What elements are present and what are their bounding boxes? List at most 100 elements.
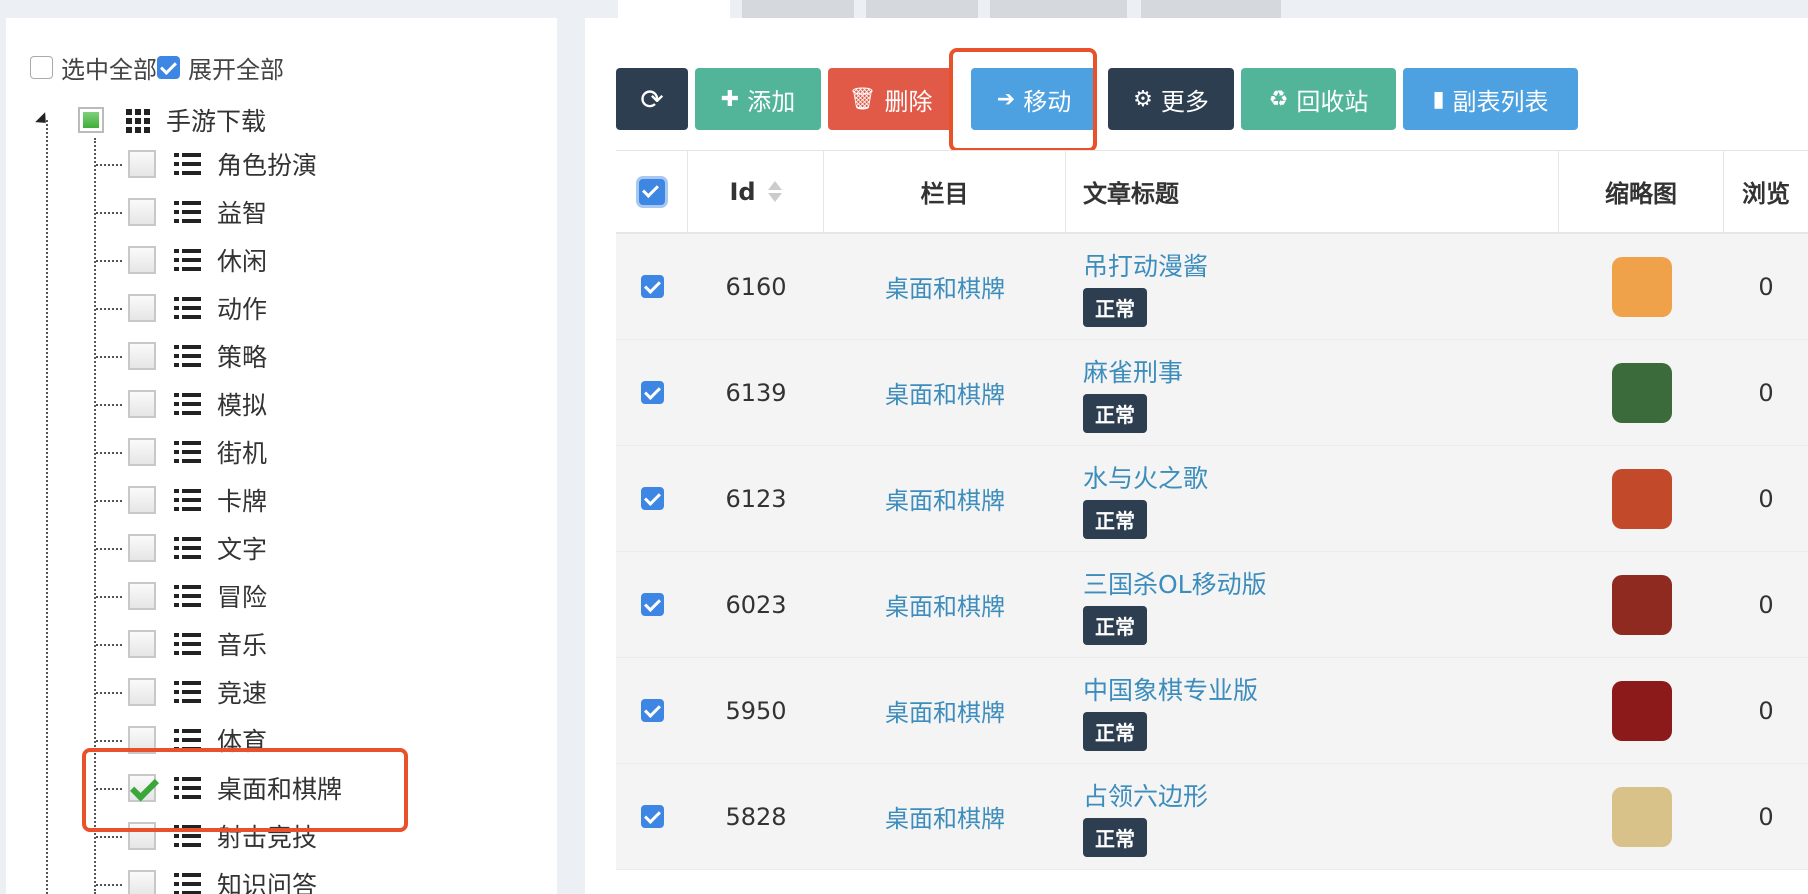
table-row[interactable]: 6160 桌面和棋牌 吊打动漫酱 正常 0 (616, 234, 1808, 340)
tree-item-checkbox[interactable] (128, 390, 156, 418)
thumbnail-image[interactable] (1611, 256, 1672, 317)
row-title-cell: 占领六边形 正常 (1066, 764, 1559, 869)
thumbnail-image[interactable] (1611, 468, 1672, 529)
tree-item-checkbox[interactable] (128, 198, 156, 226)
row-title-link[interactable]: 中国象棋专业版 (1083, 671, 1258, 707)
thumbnail-image[interactable] (1611, 680, 1672, 741)
row-id: 6139 (725, 378, 787, 407)
tree-item[interactable]: 文字 (128, 530, 267, 566)
tree-item-checkbox[interactable] (128, 246, 156, 274)
row-column-link[interactable]: 桌面和棋牌 (824, 658, 1066, 763)
thumbnail-image[interactable] (1611, 786, 1672, 847)
add-button-label: 添加 (747, 87, 796, 116)
delete-button[interactable]: 🗑 删除 (828, 68, 953, 130)
tab-3[interactable] (866, 0, 978, 18)
row-checkbox[interactable] (640, 593, 664, 616)
table-row[interactable]: 5828 桌面和棋牌 占领六边形 正常 0 (616, 764, 1808, 870)
row-title-link[interactable]: 占领六边形 (1083, 777, 1208, 813)
row-checkbox[interactable] (640, 381, 664, 404)
status-badge: 正常 (1083, 287, 1147, 327)
tree-item-label: 模拟 (217, 391, 268, 420)
row-title-link[interactable]: 麻雀刑事 (1083, 353, 1183, 389)
table-row[interactable]: 6123 桌面和棋牌 水与火之歌 正常 0 (616, 446, 1808, 552)
row-select-cell (616, 764, 688, 869)
select-all-label[interactable]: 选中全部 (61, 50, 157, 85)
header-checkbox[interactable] (638, 178, 665, 205)
tab-2[interactable] (742, 0, 854, 18)
tree-item-checkbox[interactable] (128, 630, 156, 658)
recycle-bin-button[interactable]: ♻ 回收站 (1241, 68, 1396, 130)
tree-item-label: 音乐 (217, 631, 268, 660)
subtable-list-button[interactable]: ▮ 副表列表 (1403, 68, 1578, 130)
tree-item-checkbox[interactable] (128, 582, 156, 610)
status-badge: 正常 (1083, 711, 1147, 751)
tree-item[interactable]: 知识问答 (128, 866, 317, 894)
tree-item-checkbox[interactable] (128, 342, 156, 370)
tree-item-checkbox[interactable] (128, 678, 156, 706)
header-id[interactable]: Id (688, 151, 824, 232)
tree-item[interactable]: 角色扮演 (128, 146, 317, 182)
tab-active[interactable] (618, 0, 730, 18)
row-column-link[interactable]: 桌面和棋牌 (824, 234, 1066, 339)
tree-root-line (46, 120, 48, 894)
tree-item-checkbox[interactable] (128, 150, 156, 178)
tree-item[interactable]: 冒险 (128, 578, 267, 614)
tree-item-checkbox[interactable] (128, 534, 156, 562)
toolbar: ⟳ ✚ 添加 🗑 删除 ➔ 移动 ⚙ 更多 ♻ 回收站 ▮ 副表列表 (616, 68, 1585, 130)
row-title-link[interactable]: 吊打动漫酱 (1083, 247, 1208, 283)
tree-item[interactable]: 动作 (128, 290, 267, 326)
list-icon (174, 633, 201, 655)
table-row[interactable]: 5950 桌面和棋牌 中国象棋专业版 正常 0 (616, 658, 1808, 764)
root-partial-checkbox[interactable] (78, 107, 104, 133)
tree-item[interactable]: 休闲 (128, 242, 267, 278)
row-id: 5950 (725, 696, 787, 725)
row-checkbox[interactable] (640, 805, 664, 828)
row-title-cell: 麻雀刑事 正常 (1066, 340, 1559, 445)
add-button[interactable]: ✚ 添加 (695, 68, 821, 130)
row-column-link[interactable]: 桌面和棋牌 (824, 340, 1066, 445)
row-thumb-cell (1559, 446, 1724, 551)
tree-item[interactable]: 街机 (128, 434, 267, 470)
expand-all-checkbox[interactable] (157, 56, 180, 79)
thumbnail-image[interactable] (1611, 574, 1672, 635)
more-button[interactable]: ⚙ 更多 (1108, 68, 1234, 130)
row-views: 0 (1758, 272, 1774, 301)
tree-branch-line (96, 644, 122, 646)
tree-item-checkbox[interactable] (128, 438, 156, 466)
row-checkbox[interactable] (640, 699, 664, 722)
list-icon (174, 537, 201, 559)
table-row[interactable]: 6139 桌面和棋牌 麻雀刑事 正常 0 (616, 340, 1808, 446)
refresh-icon: ⟳ (640, 82, 664, 116)
select-all-checkbox[interactable] (30, 56, 53, 79)
tab-4[interactable] (990, 0, 1127, 18)
row-checkbox[interactable] (640, 275, 664, 298)
sort-icon[interactable] (767, 181, 782, 202)
row-title-link[interactable]: 三国杀OL移动版 (1083, 565, 1267, 601)
tree-item[interactable]: 模拟 (128, 386, 267, 422)
tree-item[interactable]: 策略 (128, 338, 267, 374)
list-icon (174, 585, 201, 607)
tab-5[interactable] (1141, 0, 1281, 18)
tree-item[interactable]: 卡牌 (128, 482, 267, 518)
tree-item-checkbox[interactable] (128, 486, 156, 514)
tree-item-label: 冒险 (217, 583, 268, 612)
tree-item-checkbox[interactable] (128, 870, 156, 894)
row-title-link[interactable]: 水与火之歌 (1083, 459, 1208, 495)
collapse-icon[interactable] (35, 112, 51, 128)
refresh-button[interactable]: ⟳ (616, 68, 688, 130)
row-column-link[interactable]: 桌面和棋牌 (824, 764, 1066, 869)
thumbnail-image[interactable] (1611, 362, 1672, 423)
expand-all-label[interactable]: 展开全部 (188, 50, 284, 85)
table-row[interactable]: 6023 桌面和棋牌 三国杀OL移动版 正常 0 (616, 552, 1808, 658)
tree-item[interactable]: 音乐 (128, 626, 267, 662)
row-checkbox[interactable] (640, 487, 664, 510)
tree-item-checkbox[interactable] (128, 294, 156, 322)
tab-strip (585, 0, 1808, 18)
row-select-cell (616, 340, 688, 445)
row-column-link[interactable]: 桌面和棋牌 (824, 552, 1066, 657)
tree-item[interactable]: 竞速 (128, 674, 267, 710)
tree-root-label: 手游下载 (166, 107, 267, 136)
tree-item[interactable]: 益智 (128, 194, 267, 230)
tree-root-node[interactable]: 手游下载 (35, 104, 267, 136)
row-column-link[interactable]: 桌面和棋牌 (824, 446, 1066, 551)
